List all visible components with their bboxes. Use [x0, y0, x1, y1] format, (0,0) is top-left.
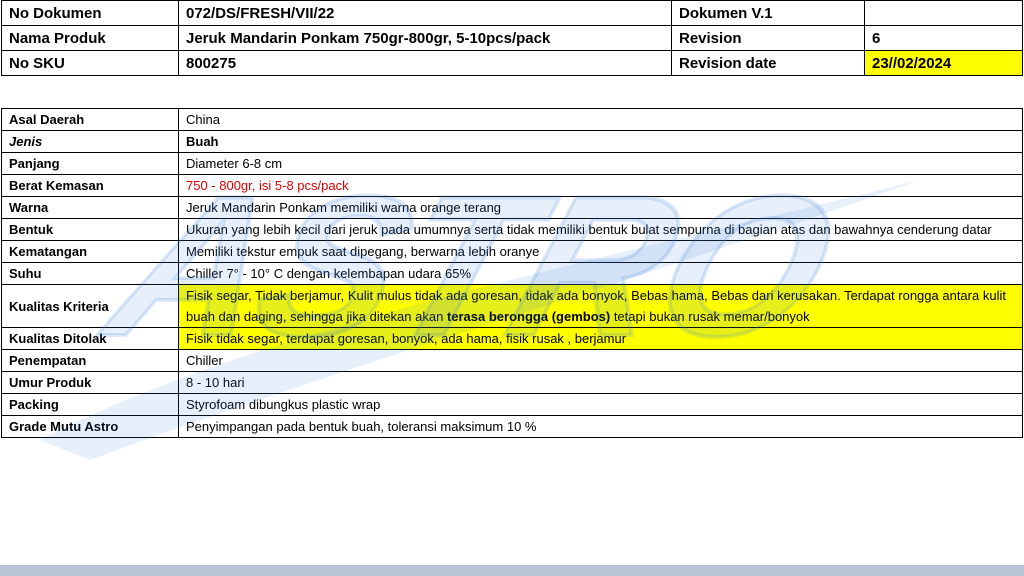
rejected-quality-label: Kualitas Ditolak: [1, 327, 179, 350]
spec-row-ripeness: Kematangan Memiliki tekstur empuk saat d…: [1, 240, 1023, 263]
revision-value: 6: [864, 25, 1023, 51]
header-row-document-number: No Dokumen 072/DS/FRESH/VII/22 Dokumen V…: [1, 0, 1023, 26]
product-name-value: Jeruk Mandarin Ponkam 750gr-800gr, 5-10p…: [178, 25, 672, 51]
quality-criteria-text-emphasis: terasa berongga (gembos): [446, 309, 611, 324]
document-number-label: No Dokumen: [1, 0, 179, 26]
shape-value: Ukuran yang lebih kecil dari jeruk pada …: [178, 218, 1023, 241]
header-row-product-name: Nama Produk Jeruk Mandarin Ponkam 750gr-…: [1, 25, 1023, 51]
ripeness-label: Kematangan: [1, 240, 179, 263]
document-version-label: Dokumen V.1: [671, 0, 865, 26]
shape-label: Bentuk: [1, 218, 179, 241]
spec-row-shelf-life: Umur Produk 8 - 10 hari: [1, 371, 1023, 394]
revision-date-label: Revision date: [671, 50, 865, 76]
spec-row-length: Panjang Diameter 6-8 cm: [1, 152, 1023, 175]
revision-label: Revision: [671, 25, 865, 51]
placement-label: Penempatan: [1, 349, 179, 372]
quality-criteria-value: Fisik segar, Tidak berjamur, Kulit mulus…: [178, 284, 1023, 328]
shelf-life-value: 8 - 10 hari: [178, 371, 1023, 394]
spec-row-type: Jenis Buah: [1, 130, 1023, 153]
header-row-sku: No SKU 800275 Revision date 23//02/2024: [1, 50, 1023, 76]
placement-value: Chiller: [178, 349, 1023, 372]
quality-grade-label: Grade Mutu Astro: [1, 415, 179, 438]
document-number-value: 072/DS/FRESH/VII/22: [178, 0, 672, 26]
package-weight-label: Berat Kemasan: [1, 174, 179, 197]
spec-row-temperature: Suhu Chiller 7° - 10° C dengan kelembapa…: [1, 262, 1023, 285]
document-header-table: No Dokumen 072/DS/FRESH/VII/22 Dokumen V…: [1, 0, 1023, 76]
revision-date-value: 23//02/2024: [864, 50, 1023, 76]
origin-value: China: [178, 108, 1023, 131]
ripeness-value: Memiliki tekstur empuk saat dipegang, be…: [178, 240, 1023, 263]
color-label: Warna: [1, 196, 179, 219]
sku-label: No SKU: [1, 50, 179, 76]
packing-label: Packing: [1, 393, 179, 416]
spec-row-placement: Penempatan Chiller: [1, 349, 1023, 372]
footer-bar: [0, 565, 1024, 576]
package-weight-value: 750 - 800gr, isi 5-8 pcs/pack: [178, 174, 1023, 197]
spec-row-origin: Asal Daerah China: [1, 108, 1023, 131]
type-label: Jenis: [1, 130, 179, 153]
color-value: Jeruk Mandarin Ponkam memiliki warna ora…: [178, 196, 1023, 219]
spec-row-quality-grade: Grade Mutu Astro Penyimpangan pada bentu…: [1, 415, 1023, 438]
temperature-label: Suhu: [1, 262, 179, 285]
spec-row-rejected-quality: Kualitas Ditolak Fisik tidak segar, terd…: [1, 327, 1023, 350]
quality-criteria-text-c: tetapi bukan rusak memar/bonyok: [610, 309, 810, 324]
quality-criteria-label: Kualitas Kriteria: [1, 284, 179, 328]
spec-row-packing: Packing Styrofoam dibungkus plastic wrap: [1, 393, 1023, 416]
type-value: Buah: [178, 130, 1023, 153]
rejected-quality-value: Fisik tidak segar, terdapat goresan, bon…: [178, 327, 1023, 350]
shelf-life-label: Umur Produk: [1, 371, 179, 394]
document-version-value: [864, 0, 1023, 26]
product-name-label: Nama Produk: [1, 25, 179, 51]
temperature-value: Chiller 7° - 10° C dengan kelembapan uda…: [178, 262, 1023, 285]
spec-row-quality-criteria: Kualitas Kriteria Fisik segar, Tidak ber…: [1, 284, 1023, 328]
sku-value: 800275: [178, 50, 672, 76]
packing-value: Styrofoam dibungkus plastic wrap: [178, 393, 1023, 416]
quality-grade-value: Penyimpangan pada bentuk buah, toleransi…: [178, 415, 1023, 438]
origin-label: Asal Daerah: [1, 108, 179, 131]
product-spec-table: Asal Daerah China Jenis Buah Panjang Dia…: [1, 108, 1023, 438]
spec-row-package-weight: Berat Kemasan 750 - 800gr, isi 5-8 pcs/p…: [1, 174, 1023, 197]
spec-row-shape: Bentuk Ukuran yang lebih kecil dari jeru…: [1, 218, 1023, 241]
length-value: Diameter 6-8 cm: [178, 152, 1023, 175]
spec-row-color: Warna Jeruk Mandarin Ponkam memiliki war…: [1, 196, 1023, 219]
length-label: Panjang: [1, 152, 179, 175]
